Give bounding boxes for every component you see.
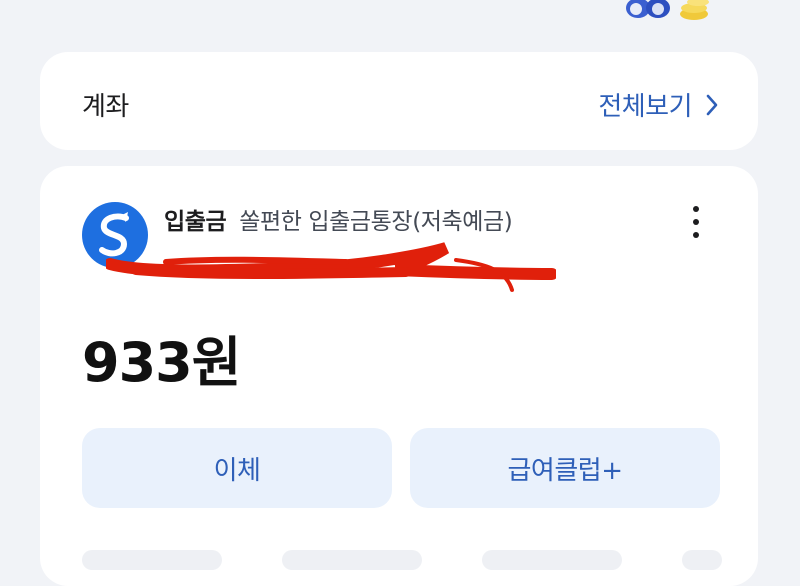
- quick-menu-item[interactable]: [82, 550, 222, 570]
- quick-menu-item[interactable]: [282, 550, 422, 570]
- redaction-scribble: [106, 242, 556, 292]
- accounts-header-card: 계좌 전체보기: [40, 52, 758, 150]
- view-all-label: 전체보기: [598, 92, 692, 122]
- more-options-icon[interactable]: [688, 206, 704, 246]
- account-product-name: 쏠편한 입출금통장(저축예금): [239, 209, 513, 235]
- binoculars-coins-illustration: [626, 0, 709, 20]
- section-title: 계좌: [82, 92, 129, 122]
- quick-menu-item[interactable]: [482, 550, 622, 570]
- quick-menu-item[interactable]: [682, 550, 722, 570]
- quick-menu-row: [82, 550, 722, 570]
- account-card[interactable]: 입출금 쏠편한 입출금통장(저축예금) 933원 이체 급여클럽+: [40, 166, 758, 586]
- view-all-button[interactable]: 전체보기: [598, 86, 718, 123]
- account-type-label: 입출금: [164, 209, 227, 235]
- chevron-right-icon: [706, 94, 718, 116]
- account-title-line: 입출금 쏠편한 입출금통장(저축예금): [164, 202, 513, 236]
- salary-club-button[interactable]: 급여클럽+: [410, 428, 720, 508]
- transfer-button[interactable]: 이체: [82, 428, 392, 508]
- account-balance: 933원: [82, 331, 241, 394]
